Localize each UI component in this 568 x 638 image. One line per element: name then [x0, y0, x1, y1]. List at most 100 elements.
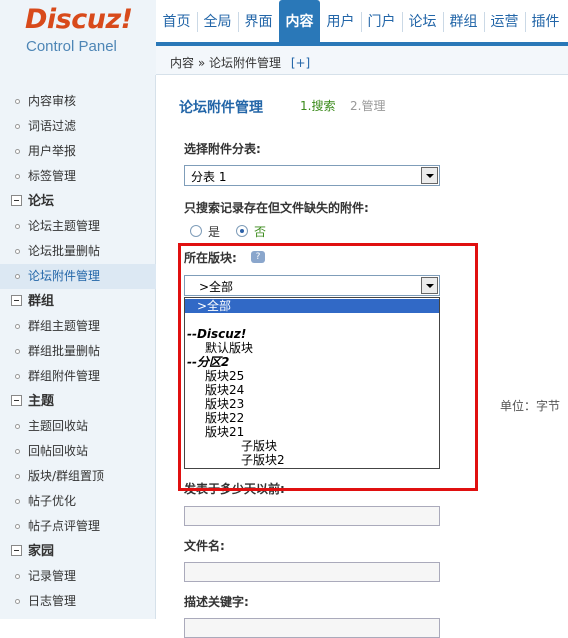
sidebar-item-label: 帖子优化	[28, 494, 77, 508]
bullet-icon	[15, 149, 20, 154]
chevron-down-icon[interactable]	[421, 167, 438, 184]
highlight-box	[178, 243, 478, 491]
bullet-icon	[15, 499, 20, 504]
bullet-icon	[15, 174, 20, 179]
days-input[interactable]	[184, 506, 440, 526]
sub-bar: 内容 » 论坛附件管理 [+]	[156, 42, 568, 75]
nav-item[interactable]: 全局	[197, 0, 238, 42]
bullet-icon	[15, 524, 20, 529]
sidebar-item-label: 家园	[28, 544, 55, 559]
nav-item[interactable]: 门户	[361, 0, 402, 42]
logo-area: Discuz! Control Panel	[0, 0, 156, 75]
sidebar-item-label: 主题回收站	[28, 419, 89, 433]
nav-separator	[525, 12, 526, 32]
nav-item[interactable]: 群组	[443, 0, 484, 42]
sidebar-group[interactable]: 家园	[0, 539, 156, 564]
missing-files-label: 只搜索记录存在但文件缺失的附件:	[184, 201, 369, 215]
nav-separator	[197, 12, 198, 32]
nav-item[interactable]: 界面	[238, 0, 279, 42]
sidebar-item-label: 主题	[28, 394, 55, 409]
nav-separator	[361, 12, 362, 32]
filename-label: 文件名:	[184, 539, 225, 553]
sidebar-item[interactable]: 论坛附件管理	[0, 264, 156, 289]
sidebar-item-label: 论坛附件管理	[28, 269, 101, 283]
sidebar-item-label: 回帖回收站	[28, 444, 89, 458]
sidebar-group[interactable]: 主题	[0, 389, 156, 414]
breadcrumb-text: 内容 » 论坛附件管理	[170, 56, 281, 70]
sidebar-item-label: 群组附件管理	[28, 369, 101, 383]
sidebar: 内容审核词语过滤用户举报标签管理论坛论坛主题管理论坛批量删帖 论坛附件管理群组群组…	[0, 75, 156, 619]
sidebar-item-label: 日志管理	[28, 594, 77, 608]
breadcrumb: 内容 » 论坛附件管理 [+]	[170, 54, 310, 71]
collapse-icon[interactable]	[11, 545, 22, 556]
sidebar-item[interactable]: 词语过滤	[0, 114, 156, 139]
radio-no[interactable]	[236, 225, 248, 237]
sidebar-item-label: 论坛批量删帖	[28, 244, 101, 258]
sidebar-item[interactable]: 标签管理	[0, 164, 156, 189]
sidebar-item-label: 群组主题管理	[28, 319, 101, 333]
sidebar-item-label: 标签管理	[28, 169, 77, 183]
nav-item[interactable]: 论坛	[402, 0, 443, 42]
breadcrumb-add-button[interactable]: [+]	[291, 56, 310, 70]
sidebar-item[interactable]: 用户举报	[0, 139, 156, 164]
bullet-icon	[15, 324, 20, 329]
sidebar-item-label: 群组批量删帖	[28, 344, 101, 358]
sidebar-item[interactable]: 群组附件管理	[0, 364, 156, 389]
sidebar-item[interactable]: 主题回收站	[0, 414, 156, 439]
step-search[interactable]: 1.搜索	[300, 97, 335, 114]
sidebar-item[interactable]: 论坛批量删帖	[0, 239, 156, 264]
sidebar-item[interactable]: 帖子点评管理	[0, 514, 156, 539]
nav-item[interactable]: 运营	[484, 0, 525, 42]
nav-separator	[402, 12, 403, 32]
category-select[interactable]: 分表 1	[184, 165, 440, 186]
sidebar-item[interactable]: 群组批量删帖	[0, 339, 156, 364]
collapse-icon[interactable]	[11, 395, 22, 406]
logo-subtitle: Control Panel	[26, 38, 117, 55]
sidebar-item[interactable]: 论坛主题管理	[0, 214, 156, 239]
bullet-icon	[15, 374, 20, 379]
sidebar-item[interactable]: 记录管理	[0, 564, 156, 589]
sidebar-item-label: 词语过滤	[28, 119, 77, 133]
nav-separator	[443, 12, 444, 32]
page-title: 论坛附件管理	[179, 100, 263, 116]
nav-item[interactable]: 首页	[156, 0, 197, 42]
sidebar-item[interactable]: 版块/群组置顶	[0, 464, 156, 489]
collapse-icon[interactable]	[11, 195, 22, 206]
nav-separator	[484, 12, 485, 32]
filename-input[interactable]	[184, 562, 440, 582]
bullet-icon	[15, 124, 20, 129]
sidebar-item-label: 记录管理	[28, 569, 77, 583]
bullet-icon	[15, 599, 20, 604]
keyword-input[interactable]	[184, 618, 440, 638]
bullet-icon	[15, 274, 20, 279]
sidebar-item-label: 内容审核	[28, 94, 77, 108]
nav-separator	[238, 12, 239, 32]
header: Discuz! Control Panel 首页 全局 界面 内容 用户 门户 论坛 群组 运营…	[0, 0, 568, 75]
logo: Discuz!	[25, 4, 133, 35]
nav-item[interactable]: 用户	[320, 0, 361, 42]
sidebar-item-label: 帖子点评管理	[28, 519, 101, 533]
bullet-icon	[15, 249, 20, 254]
bullet-icon	[15, 424, 20, 429]
radio-yes[interactable]	[190, 225, 202, 237]
sidebar-group[interactable]: 群组	[0, 289, 156, 314]
bullet-icon	[15, 99, 20, 104]
nav-item[interactable]: 插件	[525, 0, 566, 42]
bullet-icon	[15, 449, 20, 454]
bullet-icon	[15, 224, 20, 229]
sidebar-item[interactable]: 帖子优化	[0, 489, 156, 514]
sidebar-item-label: 论坛	[28, 194, 55, 209]
sidebar-item[interactable]: 日志管理	[0, 589, 156, 614]
sidebar-item-label: 版块/群组置顶	[28, 469, 105, 483]
sidebar-item-label: 用户举报	[28, 144, 77, 158]
unit-text: 单位：字节	[500, 399, 561, 413]
collapse-icon[interactable]	[11, 295, 22, 306]
bullet-icon	[15, 349, 20, 354]
nav-item[interactable]: 内容	[279, 0, 320, 42]
sidebar-item[interactable]: 回帖回收站	[0, 439, 156, 464]
step-manage[interactable]: 2.管理	[350, 97, 385, 114]
top-nav: 首页 全局 界面 内容 用户 门户 论坛 群组 运营 插件	[156, 0, 568, 42]
sidebar-item[interactable]: 群组主题管理	[0, 314, 156, 339]
sidebar-group[interactable]: 论坛	[0, 189, 156, 214]
sidebar-item[interactable]: 内容审核	[0, 89, 156, 114]
